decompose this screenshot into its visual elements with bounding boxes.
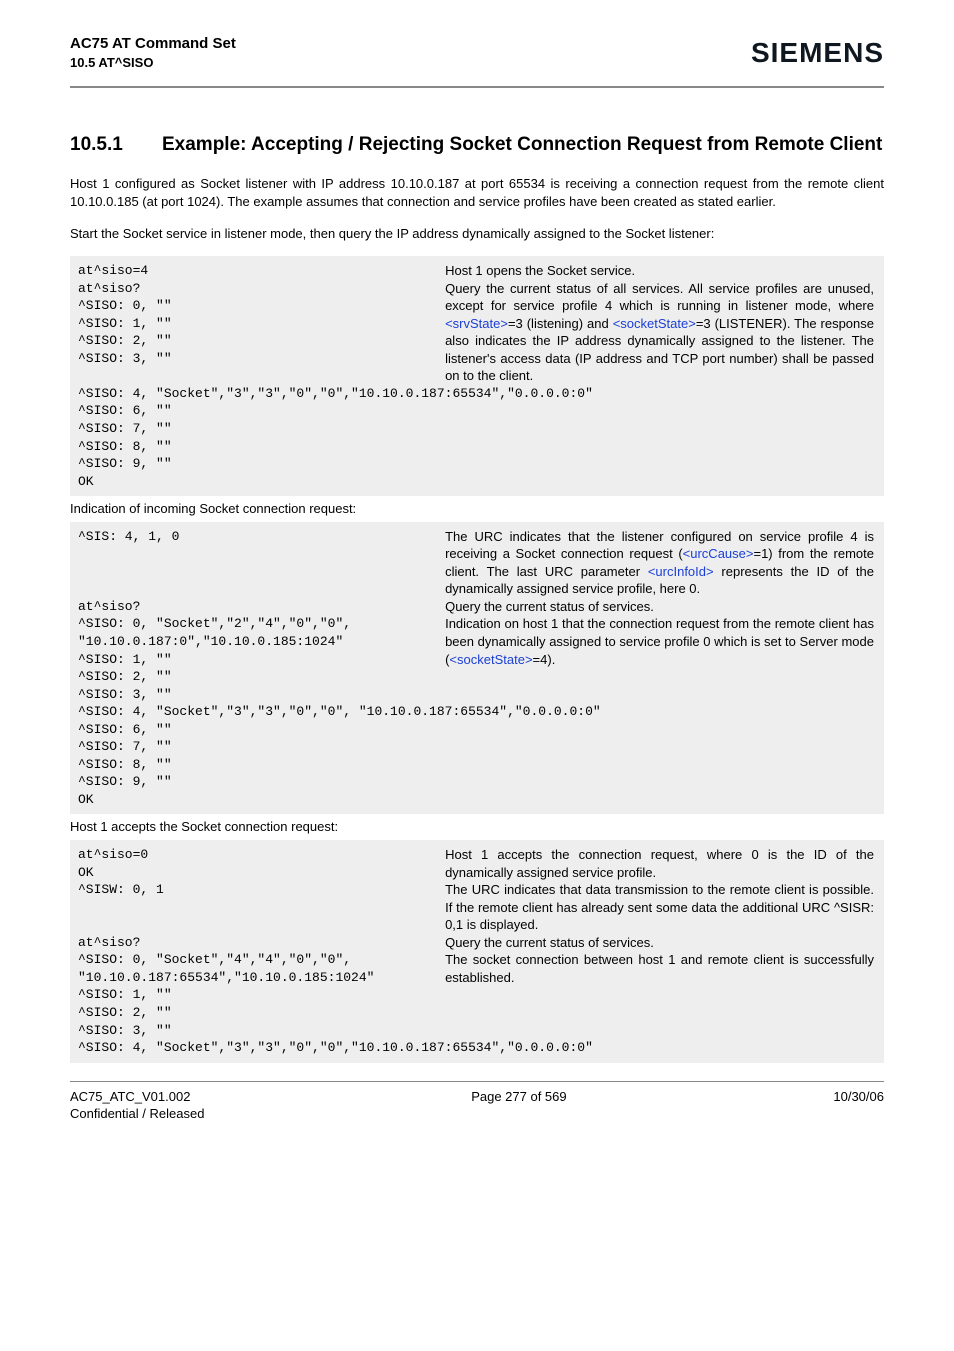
footer-divider: [70, 1081, 884, 1082]
code-block-1: at^siso=4 Host 1 opens the Socket servic…: [70, 256, 884, 496]
code-left: ^SIS: 4, 1, 0: [78, 528, 445, 546]
code-right: Query the current status of services.: [445, 598, 876, 616]
code-left: at^siso?: [78, 934, 445, 952]
code-right: The socket connection between host 1 and…: [445, 951, 876, 986]
code-left: at^siso=0 OK: [78, 846, 445, 881]
intro-paragraph-1: Host 1 configured as Socket listener wit…: [70, 175, 884, 210]
code-right: Query the current status of services.: [445, 934, 876, 952]
narrative-2: Host 1 accepts the Socket connection req…: [70, 818, 884, 836]
footer-date: 10/30/06: [833, 1088, 884, 1123]
section-heading: 10.5.1 Example: Accepting / Rejecting So…: [70, 132, 884, 158]
narrative-1: Indication of incoming Socket connection…: [70, 500, 884, 518]
code-right: Host 1 accepts the connection request, w…: [445, 846, 876, 881]
param-link[interactable]: <urcInfoId>: [648, 564, 714, 579]
footer-version: AC75_ATC_V01.002: [70, 1088, 204, 1106]
page-footer: AC75_ATC_V01.002 Confidential / Released…: [70, 1088, 884, 1123]
footer-page: Page 277 of 569: [471, 1088, 566, 1123]
code-left: ^SISO: 0, "Socket","4","4","0","0", "10.…: [78, 951, 445, 986]
code-right: Host 1 opens the Socket service.: [445, 262, 876, 280]
code-tail: ^SISO: 4, "Socket","3","3","0","0","10.1…: [78, 385, 876, 490]
code-left: at^siso=4: [78, 262, 445, 280]
code-right: The URC indicates that the listener conf…: [445, 528, 876, 598]
param-link[interactable]: <urcCause>: [683, 546, 754, 561]
text: Query the current status of all services…: [445, 281, 874, 314]
text: =3 (listening) and: [508, 316, 613, 331]
brand-logo: SIEMENS: [751, 34, 884, 72]
code-left: at^siso? ^SISO: 0, "" ^SISO: 1, "" ^SISO…: [78, 280, 445, 368]
section-number: 10.5.1: [70, 132, 162, 158]
page-header: AC75 AT Command Set 10.5 AT^SISO SIEMENS: [70, 34, 884, 82]
footer-left: AC75_ATC_V01.002 Confidential / Released: [70, 1088, 204, 1123]
code-tail: ^SISO: 1, "" ^SISO: 2, "" ^SISO: 3, "" ^…: [78, 986, 876, 1056]
param-link[interactable]: <socketState>: [449, 652, 532, 667]
doc-title: AC75 AT Command Set: [70, 34, 236, 54]
text: =4).: [533, 652, 556, 667]
header-left: AC75 AT Command Set 10.5 AT^SISO: [70, 34, 236, 72]
code-block-2: ^SIS: 4, 1, 0 The URC indicates that the…: [70, 522, 884, 815]
header-divider: [70, 86, 884, 88]
param-link[interactable]: <srvState>: [445, 316, 508, 331]
section-ref: 10.5 AT^SISO: [70, 54, 236, 72]
code-left: at^siso?: [78, 598, 445, 616]
param-link[interactable]: <socketState>: [613, 316, 696, 331]
code-block-3: at^siso=0 OK Host 1 accepts the connecti…: [70, 840, 884, 1063]
code-right: The URC indicates that data transmission…: [445, 881, 876, 934]
code-tail: ^SISO: 3, "" ^SISO: 4, "Socket","3","3",…: [78, 686, 876, 809]
section-title: Example: Accepting / Rejecting Socket Co…: [162, 132, 882, 158]
code-right: Indication on host 1 that the connection…: [445, 615, 876, 668]
code-right: Query the current status of all services…: [445, 280, 876, 385]
code-left: ^SISW: 0, 1: [78, 881, 445, 899]
intro-paragraph-2: Start the Socket service in listener mod…: [70, 225, 884, 243]
footer-confidential: Confidential / Released: [70, 1105, 204, 1123]
code-left: ^SISO: 0, "Socket","2","4","0","0", "10.…: [78, 615, 445, 685]
